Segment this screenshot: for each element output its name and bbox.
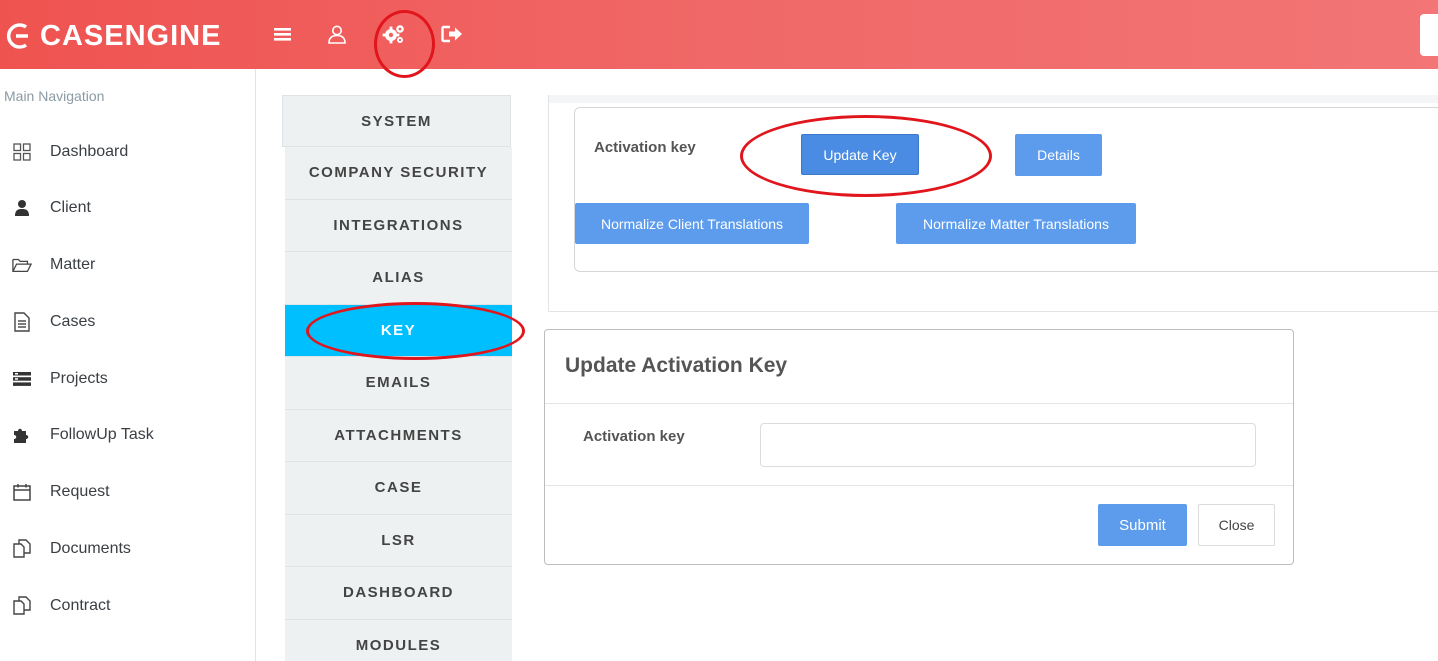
- user-icon: [12, 198, 32, 218]
- normalize-client-translations-button[interactable]: Normalize Client Translations: [575, 203, 809, 244]
- puzzle-icon: [12, 425, 32, 445]
- sidebar-item-matter[interactable]: Matter: [0, 245, 255, 285]
- modal-divider: [545, 403, 1293, 404]
- sidebar-item-cases[interactable]: Cases: [0, 302, 255, 342]
- user-icon[interactable]: [323, 20, 351, 48]
- sidebar-item-label: Documents: [50, 540, 131, 557]
- sidebar-item-documents[interactable]: Documents: [0, 529, 255, 569]
- menu-item-dashboard[interactable]: DASHBOARD: [285, 567, 512, 620]
- sidebar-item-request[interactable]: Request: [0, 472, 255, 512]
- menu-item-integrations[interactable]: INTEGRATIONS: [285, 199, 512, 252]
- sidebar-item-label: Projects: [50, 370, 108, 387]
- settings-gears-icon[interactable]: [380, 20, 408, 48]
- activation-key-box: [574, 107, 1438, 272]
- nav-title: Main Navigation: [4, 88, 105, 104]
- menu-item-emails[interactable]: EMAILS: [285, 357, 512, 410]
- details-button[interactable]: Details: [1015, 134, 1102, 176]
- normalize-matter-translations-button[interactable]: Normalize Matter Translations: [896, 203, 1136, 244]
- logout-icon[interactable]: [438, 20, 466, 48]
- menu-icon[interactable]: [269, 20, 297, 48]
- menu-item-modules[interactable]: MODULES: [285, 619, 512, 661]
- sidebar-item-label: Contract: [50, 597, 111, 614]
- main-navigation-sidebar: Main Navigation Dashboard Client Matter: [0, 69, 256, 661]
- header-right-panel: [1420, 14, 1438, 56]
- modal-title: Update Activation Key: [565, 354, 788, 377]
- update-key-button[interactable]: Update Key: [801, 134, 919, 175]
- activation-key-field-label: Activation key: [583, 428, 685, 445]
- sidebar-item-dashboard[interactable]: Dashboard: [0, 132, 255, 172]
- sidebar-item-followup-task[interactable]: FollowUp Task: [0, 415, 255, 455]
- brand-name: CASENGINE: [40, 19, 222, 52]
- menu-item-key[interactable]: KEY: [285, 304, 512, 357]
- dashboard-grid-icon: [12, 142, 32, 162]
- brand-logo[interactable]: CASENGINE: [4, 18, 221, 54]
- sidebar-item-label: Matter: [50, 256, 96, 273]
- submit-button[interactable]: Submit: [1098, 504, 1187, 546]
- casengine-logo-icon: [4, 20, 36, 52]
- document-icon: [12, 312, 32, 332]
- top-header: CASENGINE: [0, 0, 1438, 69]
- close-button[interactable]: Close: [1198, 504, 1275, 546]
- calendar-icon: [12, 482, 32, 502]
- copy-icon: [12, 596, 32, 616]
- sidebar-item-projects[interactable]: Projects: [0, 359, 255, 399]
- tab-system[interactable]: SYSTEM: [282, 95, 511, 147]
- menu-item-company-security[interactable]: COMPANY SECURITY: [285, 147, 512, 200]
- modal-divider: [545, 485, 1293, 486]
- copy-icon: [12, 539, 32, 559]
- menu-item-attachments[interactable]: ATTACHMENTS: [285, 409, 512, 462]
- update-activation-key-modal: Update Activation Key Activation key Sub…: [544, 329, 1294, 565]
- activation-key-label: Activation key: [594, 139, 696, 156]
- sidebar-item-label: Cases: [50, 313, 96, 330]
- activation-key-input[interactable]: [760, 423, 1256, 467]
- menu-item-case[interactable]: CASE: [285, 462, 512, 515]
- sidebar-item-label: Dashboard: [50, 143, 129, 160]
- projects-icon: [12, 369, 32, 389]
- sidebar-item-contract[interactable]: Contract: [0, 586, 255, 626]
- sidebar-item-client[interactable]: Client: [0, 188, 255, 228]
- folder-open-icon: [12, 255, 32, 275]
- menu-item-alias[interactable]: ALIAS: [285, 252, 512, 305]
- sidebar-item-label: Request: [50, 483, 110, 500]
- menu-item-lsr[interactable]: LSR: [285, 514, 512, 567]
- settings-menu: COMPANY SECURITY INTEGRATIONS ALIAS KEY …: [285, 147, 512, 661]
- sidebar-item-label: FollowUp Task: [50, 426, 154, 443]
- sidebar-item-label: Client: [50, 199, 91, 216]
